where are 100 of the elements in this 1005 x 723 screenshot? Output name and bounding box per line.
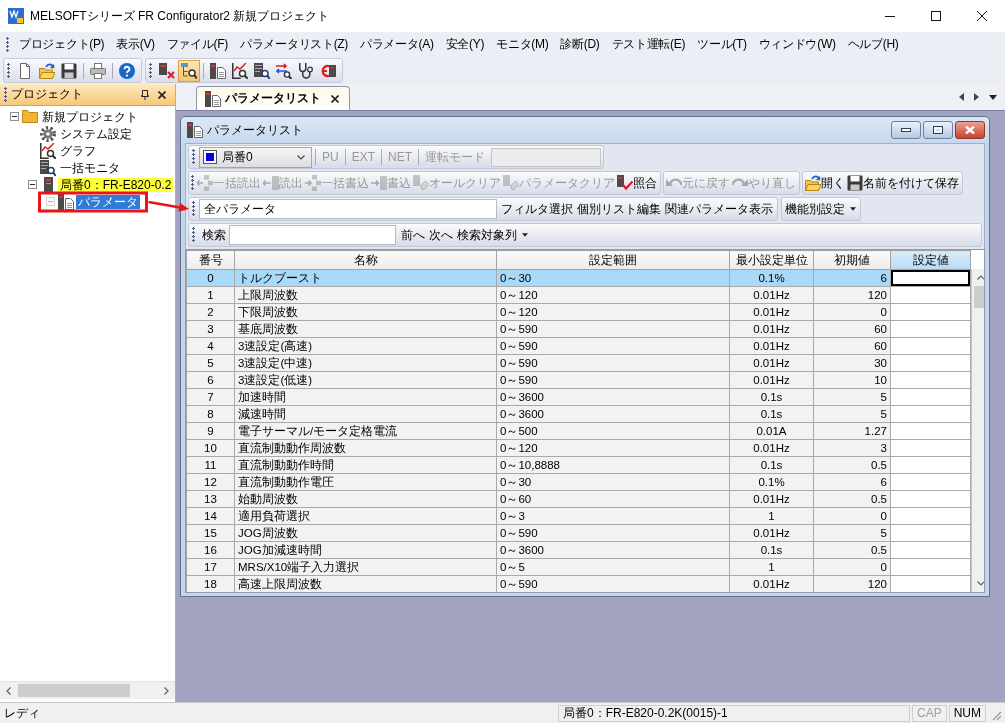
column-header[interactable]: 設定値	[890, 250, 971, 270]
column-header[interactable]: 番号	[186, 250, 235, 270]
menu-item[interactable]: パラメータ(A)	[354, 36, 440, 53]
table-cell: 0.01Hz	[729, 354, 814, 372]
table-cell: 0.5	[813, 456, 891, 474]
eraser-icon	[413, 175, 429, 191]
menu-item[interactable]: モニタ(M)	[490, 36, 555, 53]
column-header[interactable]: 名称	[234, 250, 497, 270]
toolbar-button[interactable]: 関連パラメータ表示	[663, 198, 775, 220]
parameter-device-icon	[210, 62, 226, 79]
table-cell: 0.01Hz	[729, 320, 814, 338]
minimize-button[interactable]	[891, 121, 921, 139]
table-cell: 13	[186, 490, 235, 508]
menu-item[interactable]: 診断(D)	[554, 36, 606, 53]
arrow-box-icon	[263, 175, 279, 191]
square-icon	[203, 150, 217, 164]
toolbar-button[interactable]: 開く	[804, 172, 846, 194]
maximize-icon	[933, 126, 943, 134]
scroll-thumb[interactable]	[18, 684, 130, 697]
menu-button[interactable]: 検索対象列	[455, 224, 530, 246]
search-field[interactable]	[229, 225, 396, 245]
toolbar-button[interactable]: 照合	[616, 172, 658, 194]
table-cell: 5	[813, 388, 891, 406]
blocks-arrow-icon	[305, 175, 321, 191]
left-arrow-icon[interactable]	[959, 93, 964, 101]
menu-item[interactable]: テスト運転(E)	[605, 36, 692, 53]
table-cell: 上限周波数	[234, 286, 497, 304]
menu-item[interactable]: ヘルプ(H)	[841, 36, 905, 53]
scroll-thumb[interactable]	[974, 286, 984, 308]
table-cell: 0	[813, 303, 891, 321]
dropdown-arrow-icon[interactable]	[989, 94, 997, 100]
table-cell: 60	[813, 337, 891, 355]
station-dropdown[interactable]: 局番0	[199, 146, 312, 168]
grip-icon[interactable]	[149, 62, 152, 79]
grip-icon[interactable]	[7, 62, 10, 79]
vertical-scrollbar[interactable]	[971, 269, 984, 592]
document-tab[interactable]: パラメータリスト	[196, 86, 350, 110]
table-cell: 1	[186, 286, 235, 304]
table-cell: 0.1s	[729, 388, 814, 406]
grip-icon[interactable]	[192, 149, 195, 165]
menu-item[interactable]: ツール(T)	[691, 36, 753, 53]
eraser-icon	[503, 175, 519, 191]
tree-item[interactable]: 局番0：FR-E820-0.2	[58, 177, 174, 192]
toolbar-button[interactable]: 前へ	[399, 224, 427, 246]
menu-item[interactable]: ウィンドウ(W)	[752, 36, 842, 53]
grip-icon[interactable]	[191, 175, 194, 191]
grip-icon[interactable]	[192, 227, 195, 243]
grid-search-icon	[254, 62, 270, 79]
grip-icon[interactable]	[4, 86, 7, 103]
minus-box-icon[interactable]	[27, 180, 37, 189]
graph-search-icon	[40, 142, 56, 159]
tree-item[interactable]: グラフ	[58, 143, 98, 158]
toolbar-button[interactable]: 個別リスト編集	[575, 198, 663, 220]
table-cell: 0.1s	[729, 456, 814, 474]
close-icon[interactable]	[331, 94, 339, 103]
menu-item[interactable]: パラメータリスト(Z)	[234, 36, 355, 53]
pin-button[interactable]	[138, 87, 152, 102]
close-button[interactable]	[955, 121, 985, 139]
mode-field[interactable]	[491, 147, 601, 167]
minus-box-icon[interactable]	[9, 112, 19, 121]
horizontal-scrollbar[interactable]	[0, 681, 175, 699]
menu-item[interactable]: 表示(V)	[110, 36, 161, 53]
close-icon	[977, 11, 987, 21]
toolbar-button[interactable]: 名前を付けて保存	[846, 172, 960, 194]
minimize-icon	[901, 128, 911, 132]
table-cell: 0.01Hz	[729, 439, 814, 457]
menu-item[interactable]: 安全(Y)	[439, 36, 491, 53]
maximize-icon	[931, 11, 941, 21]
arrows-search-icon	[276, 62, 292, 79]
open-folder-icon	[39, 62, 55, 79]
column-header[interactable]: 設定範囲	[496, 250, 730, 270]
table-cell: 直流制動動作電圧	[234, 473, 497, 491]
grip-icon[interactable]	[6, 36, 9, 53]
column-header[interactable]: 初期値	[813, 250, 891, 270]
value-input[interactable]	[891, 270, 970, 286]
table-cell: 0.01Hz	[729, 371, 814, 389]
status-message: レディ	[4, 704, 41, 722]
table-cell: 0.1s	[729, 541, 814, 559]
tree-item[interactable]: システム設定	[58, 126, 134, 141]
help-icon	[119, 62, 135, 79]
list-field[interactable]: 全パラメータ	[199, 199, 497, 219]
toolbar-button[interactable]: フィルタ選択	[499, 198, 575, 220]
pin-icon	[141, 89, 149, 100]
toolbar-button[interactable]	[178, 59, 200, 82]
right-arrow-icon[interactable]	[974, 93, 979, 101]
tree-search-icon	[181, 62, 197, 79]
grip-icon[interactable]	[192, 201, 195, 217]
maximize-button[interactable]	[923, 121, 953, 139]
menu-item[interactable]: プロジェクト(P)	[13, 36, 111, 53]
menu-button[interactable]: 機能別設定	[783, 198, 858, 220]
table-cell: 電子サーマル/モータ定格電流	[234, 422, 497, 440]
tree-item[interactable]: 一括モニタ	[58, 160, 122, 175]
resize-grip-icon[interactable]	[992, 711, 1002, 721]
column-header[interactable]: 最小設定単位	[729, 250, 814, 270]
toolbar-button[interactable]: 次へ	[427, 224, 455, 246]
close-icon	[965, 126, 975, 134]
table-cell: 0～500	[496, 422, 730, 440]
tree-item[interactable]: 新規プロジェクト	[40, 109, 140, 124]
menu-item[interactable]: ファイル(F)	[160, 36, 235, 53]
table-cell: 5	[186, 354, 235, 372]
